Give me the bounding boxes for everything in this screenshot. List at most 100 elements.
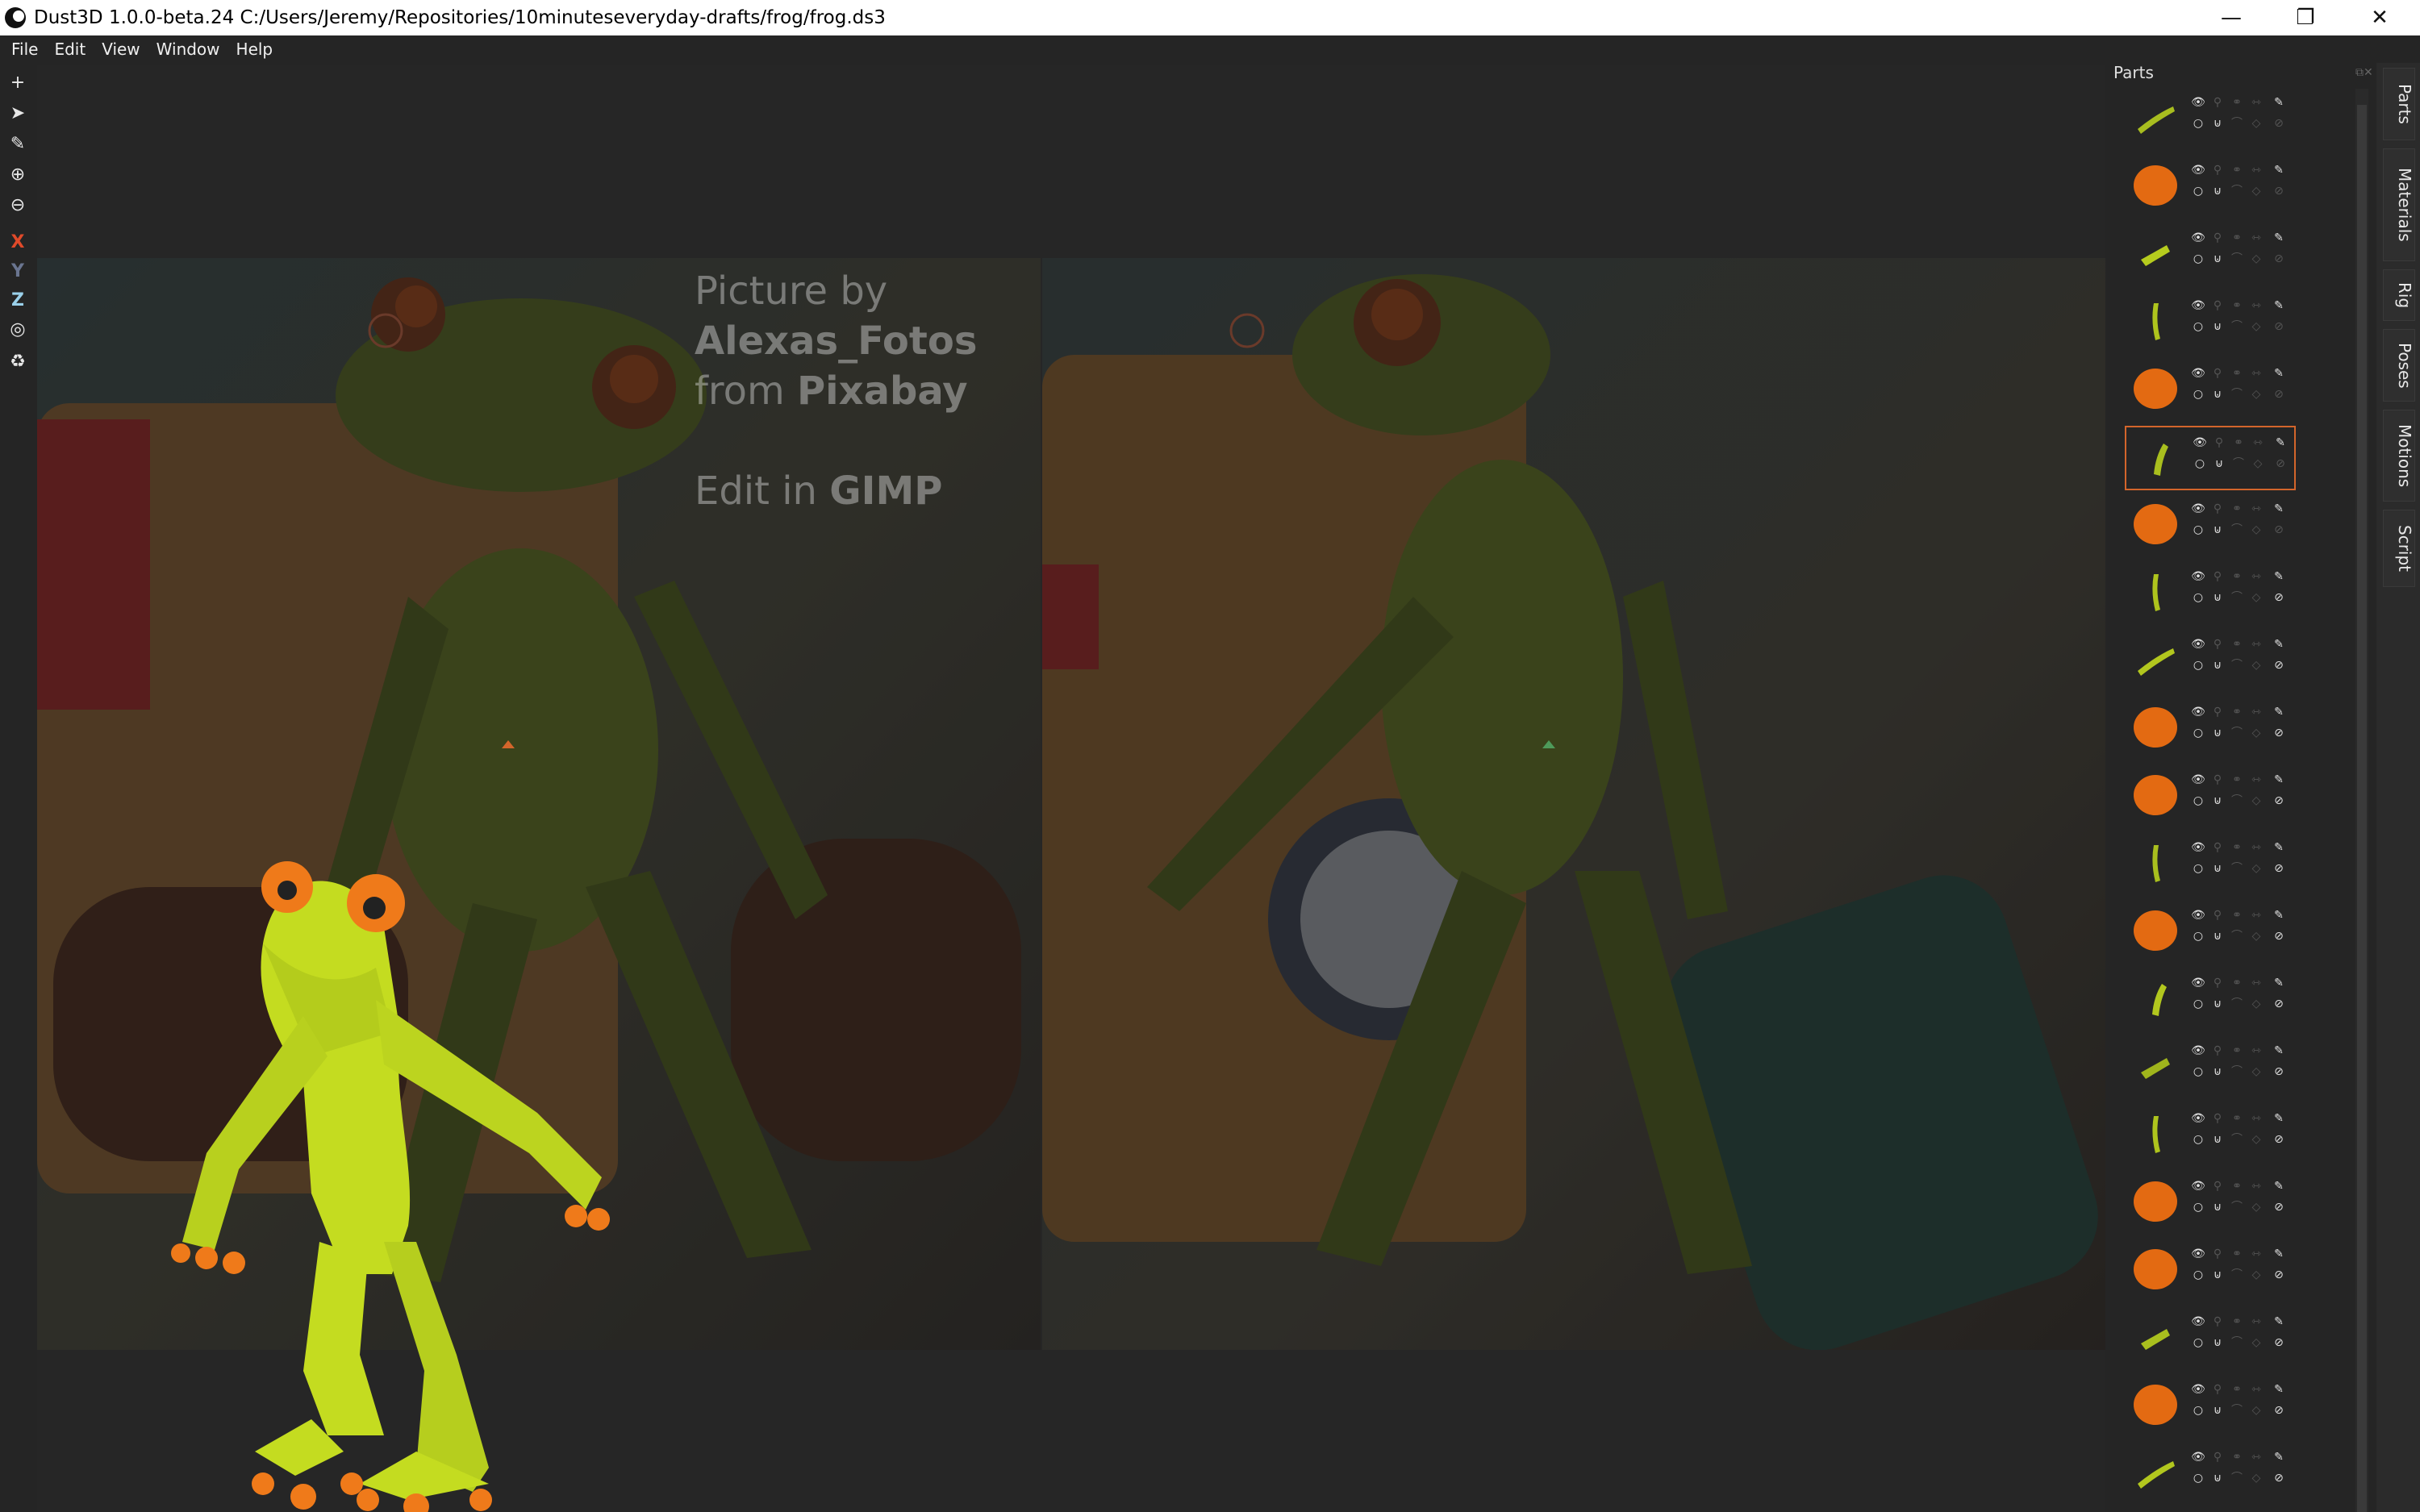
- subdivision-toggle-icon[interactable]: ○: [2189, 589, 2207, 606]
- rounded-toggle-icon[interactable]: ⌒: [2228, 318, 2246, 335]
- minimize-button[interactable]: —: [2194, 0, 2268, 35]
- color-picker-icon[interactable]: ✎: [2270, 771, 2288, 789]
- part-row[interactable]: 👁 ⚲ ⚭ ⇿ ✎ ○ ⊍ ⌒ ◇ ⊘: [2125, 494, 2296, 558]
- rounded-toggle-icon[interactable]: ⌒: [2228, 589, 2246, 606]
- visibility-toggle-icon[interactable]: 👁: [2189, 229, 2207, 247]
- xmirror-toggle-icon[interactable]: ⊍: [2210, 455, 2228, 473]
- cut-face-icon[interactable]: ⊘: [2270, 1334, 2288, 1352]
- chamfer-toggle-icon[interactable]: ◇: [2247, 860, 2265, 877]
- disable-toggle-icon[interactable]: ⚭: [2228, 297, 2246, 314]
- rounded-toggle-icon[interactable]: ⌒: [2228, 1131, 2246, 1148]
- part-row[interactable]: 👁 ⚲ ⚭ ⇿ ✎ ○ ⊍ ⌒ ◇ ⊘: [2125, 1306, 2296, 1371]
- part-row[interactable]: 👁 ⚲ ⚭ ⇿ ✎ ○ ⊍ ⌒ ◇ ⊘: [2125, 1239, 2296, 1303]
- mirror-toggle-icon[interactable]: ⇿: [2247, 1042, 2265, 1060]
- rounded-toggle-icon[interactable]: ⌒: [2228, 1063, 2246, 1081]
- xmirror-toggle-icon[interactable]: ⊍: [2209, 1131, 2226, 1148]
- chamfer-toggle-icon[interactable]: ◇: [2247, 318, 2265, 335]
- xmirror-toggle-icon[interactable]: ⊍: [2209, 182, 2226, 200]
- chamfer-toggle-icon[interactable]: ◇: [2247, 792, 2265, 810]
- subdivision-toggle-icon[interactable]: ○: [2189, 860, 2207, 877]
- part-row[interactable]: 👁 ⚲ ⚭ ⇿ ✎ ○ ⊍ ⌒ ◇ ⊘: [2125, 900, 2296, 964]
- mirror-toggle-icon[interactable]: ⇿: [2247, 1381, 2265, 1398]
- part-preview-icon[interactable]: [2130, 905, 2181, 956]
- part-preview-icon[interactable]: [2130, 1040, 2181, 1092]
- visibility-toggle-icon[interactable]: 👁: [2189, 568, 2207, 585]
- chamfer-toggle-icon[interactable]: ◇: [2247, 1131, 2265, 1148]
- color-picker-icon[interactable]: ✎: [2272, 434, 2289, 452]
- color-picker-icon[interactable]: ✎: [2270, 1381, 2288, 1398]
- rounded-toggle-icon[interactable]: ⌒: [2228, 1198, 2246, 1216]
- visibility-toggle-icon[interactable]: 👁: [2189, 500, 2207, 518]
- disable-toggle-icon[interactable]: ⚭: [2228, 1313, 2246, 1331]
- visibility-toggle-icon[interactable]: 👁: [2189, 94, 2207, 111]
- disable-toggle-icon[interactable]: ⚭: [2228, 839, 2246, 856]
- cut-face-icon[interactable]: ⊘: [2270, 521, 2288, 539]
- subdivision-toggle-icon[interactable]: ○: [2189, 521, 2207, 539]
- chamfer-toggle-icon[interactable]: ◇: [2247, 589, 2265, 606]
- part-preview-icon[interactable]: [2130, 498, 2181, 550]
- mirror-toggle-icon[interactable]: ⇿: [2247, 771, 2265, 789]
- chamfer-toggle-icon[interactable]: ◇: [2247, 995, 2265, 1013]
- part-row[interactable]: 👁 ⚲ ⚭ ⇿ ✎ ○ ⊍ ⌒ ◇ ⊘: [2125, 1171, 2296, 1235]
- visibility-toggle-icon[interactable]: 👁: [2189, 771, 2207, 789]
- part-row[interactable]: 👁 ⚲ ⚭ ⇿ ✎ ○ ⊍ ⌒ ◇ ⊘: [2125, 87, 2296, 152]
- lock-toggle-icon[interactable]: ⚲: [2209, 1313, 2226, 1331]
- chamfer-toggle-icon[interactable]: ◇: [2247, 1469, 2265, 1487]
- disable-toggle-icon[interactable]: ⚭: [2228, 500, 2246, 518]
- lock-toggle-icon[interactable]: ⚲: [2209, 1110, 2226, 1127]
- chamfer-toggle-icon[interactable]: ◇: [2247, 115, 2265, 132]
- lock-toggle-icon[interactable]: ⚲: [2209, 94, 2226, 111]
- add-node-button[interactable]: +: [5, 69, 31, 95]
- select-tool-button[interactable]: ➤: [5, 100, 31, 126]
- color-picker-icon[interactable]: ✎: [2270, 1313, 2288, 1331]
- lock-toggle-icon[interactable]: ⚲: [2209, 635, 2226, 653]
- subdivision-toggle-icon[interactable]: ○: [2189, 250, 2207, 268]
- xmirror-toggle-icon[interactable]: ⊍: [2209, 521, 2226, 539]
- xmirror-toggle-icon[interactable]: ⊍: [2209, 724, 2226, 742]
- xmirror-toggle-icon[interactable]: ⊍: [2209, 1063, 2226, 1081]
- mirror-toggle-icon[interactable]: ⇿: [2247, 297, 2265, 314]
- rounded-toggle-icon[interactable]: ⌒: [2228, 860, 2246, 877]
- part-preview-icon[interactable]: [2130, 363, 2181, 414]
- lock-toggle-icon[interactable]: ⚲: [2209, 229, 2226, 247]
- part-preview-icon[interactable]: [2130, 1176, 2181, 1227]
- chamfer-toggle-icon[interactable]: ◇: [2249, 455, 2267, 473]
- visibility-toggle-icon[interactable]: 👁: [2189, 1177, 2207, 1195]
- y-axis-lock-button[interactable]: Y: [5, 258, 31, 284]
- lock-toggle-icon[interactable]: ⚲: [2209, 974, 2226, 992]
- lock-toggle-icon[interactable]: ⚲: [2209, 1177, 2226, 1195]
- disable-toggle-icon[interactable]: ⚭: [2228, 771, 2246, 789]
- rounded-toggle-icon[interactable]: ⌒: [2228, 1402, 2246, 1419]
- lock-toggle-icon[interactable]: ⚲: [2209, 906, 2226, 924]
- cut-face-icon[interactable]: ⊘: [2270, 115, 2288, 132]
- rounded-toggle-icon[interactable]: ⌒: [2228, 927, 2246, 945]
- tab-materials[interactable]: Materials: [2383, 148, 2415, 261]
- subdivision-toggle-icon[interactable]: ○: [2189, 1469, 2207, 1487]
- part-row[interactable]: 👁 ⚲ ⚭ ⇿ ✎ ○ ⊍ ⌒ ◇ ⊘: [2125, 1035, 2296, 1100]
- z-axis-lock-button[interactable]: Z: [5, 287, 31, 313]
- lock-toggle-icon[interactable]: ⚲: [2209, 771, 2226, 789]
- visibility-toggle-icon[interactable]: 👁: [2189, 974, 2207, 992]
- mirror-toggle-icon[interactable]: ⇿: [2247, 161, 2265, 179]
- mirror-toggle-icon[interactable]: ⇿: [2247, 568, 2265, 585]
- part-row[interactable]: 👁 ⚲ ⚭ ⇿ ✎ ○ ⊍ ⌒ ◇ ⊘: [2125, 1442, 2296, 1506]
- visibility-toggle-icon[interactable]: 👁: [2189, 364, 2207, 382]
- lock-toggle-icon[interactable]: ⚲: [2209, 364, 2226, 382]
- subdivision-toggle-icon[interactable]: ○: [2189, 115, 2207, 132]
- lock-toggle-icon[interactable]: ⚲: [2210, 434, 2228, 452]
- part-row[interactable]: 👁 ⚲ ⚭ ⇿ ✎ ○ ⊍ ⌒ ◇ ⊘: [2125, 832, 2296, 897]
- chamfer-toggle-icon[interactable]: ◇: [2247, 927, 2265, 945]
- part-preview-icon[interactable]: [2130, 295, 2181, 347]
- lock-toggle-icon[interactable]: ⚲: [2209, 568, 2226, 585]
- rounded-toggle-icon[interactable]: ⌒: [2228, 724, 2246, 742]
- cut-face-icon[interactable]: ⊘: [2270, 1198, 2288, 1216]
- visibility-toggle-icon[interactable]: 👁: [2189, 1110, 2207, 1127]
- part-preview-icon[interactable]: [2130, 1379, 2181, 1431]
- parts-scrollbar[interactable]: [2355, 89, 2368, 1512]
- disable-toggle-icon[interactable]: ⚭: [2228, 906, 2246, 924]
- disable-toggle-icon[interactable]: ⚭: [2228, 974, 2246, 992]
- visibility-toggle-icon[interactable]: 👁: [2189, 1448, 2207, 1466]
- part-row[interactable]: 👁 ⚲ ⚭ ⇿ ✎ ○ ⊍ ⌒ ◇ ⊘: [2125, 697, 2296, 761]
- lock-toggle-icon[interactable]: ⚲: [2209, 1448, 2226, 1466]
- xmirror-toggle-icon[interactable]: ⊍: [2209, 1266, 2226, 1284]
